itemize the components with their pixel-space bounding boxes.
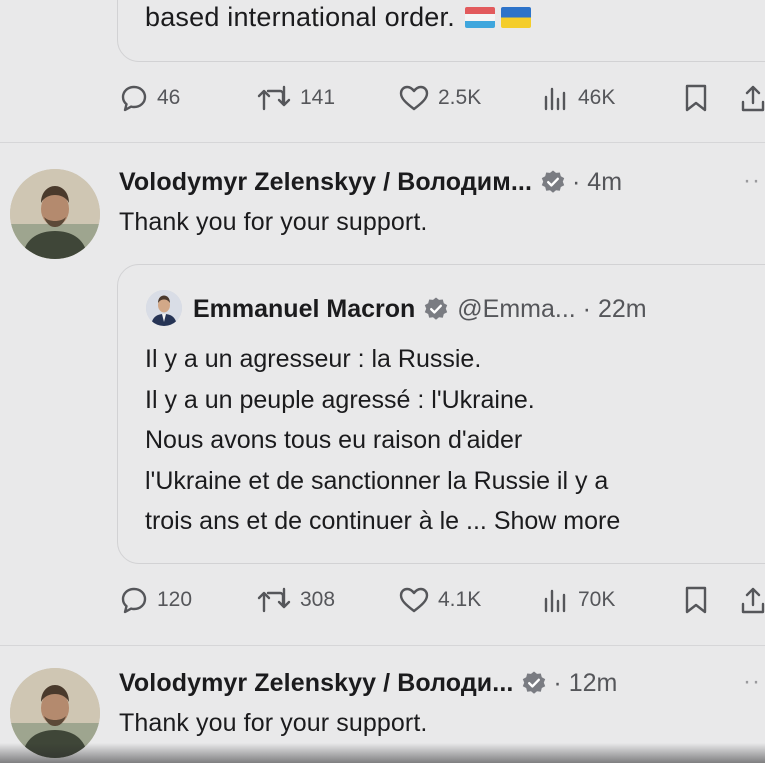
tweet-divider [0,142,765,143]
like-icon [398,83,430,113]
tweet-timestamp[interactable]: · 12m [553,669,617,698]
tweet-text: Thank you for your support. [119,709,428,737]
verified-badge-icon [423,296,449,322]
tweet-header: Volodymyr Zelenskyy / Володим... · 4m [119,165,622,199]
views-button[interactable]: 46K [540,78,615,118]
ukraine-flag-icon [500,7,531,28]
reply-button[interactable]: 46 [119,78,180,118]
quoted-author-name[interactable]: Emmanuel Macron [193,295,415,324]
quoted-handle-time: @Emma... · 22m [457,294,647,323]
verified-badge-icon [540,169,566,195]
bookmark-button[interactable] [683,78,709,118]
reply-button[interactable]: 120 [119,580,192,620]
repost-button[interactable]: 308 [256,580,335,620]
timeline: based international order. 46 141 2.5K 4… [0,0,765,763]
verified-badge-icon [521,670,547,696]
tweet-header: Volodymyr Zelenskyy / Володи... · 12m [119,666,617,700]
repost-icon [256,83,292,113]
quoted-line: l'Ukraine et de sanctionner la Russie il… [145,466,609,495]
tweet-action-bar: 46 141 2.5K 46K [0,78,765,118]
quoted-line: Il y a un peuple agressé : l'Ukraine. [145,385,535,414]
more-options-icon[interactable]: ·· [743,167,761,195]
share-button[interactable] [740,78,765,118]
views-icon [540,585,570,615]
quoted-line: Nous avons tous eu raison d'aider [145,426,523,454]
views-button[interactable]: 70K [540,580,615,620]
quoted-tweet-header: Emmanuel Macron @Emma... · 22m [193,292,647,326]
repost-icon [256,585,292,615]
quoted-tweet-text: Il y a un agresseur : la Russie. Il y a … [145,339,765,542]
quoted-line-last: trois ans et de continuer à le ... Show … [145,501,765,542]
tweet-text: Thank you for your support. [119,208,428,236]
tweet-action-bar: 120 308 4.1K 70K [0,580,765,620]
like-icon [398,585,430,615]
quoted-line: trois ans et de continuer à le ... [145,507,487,535]
tweet-timestamp[interactable]: · 4m [572,168,622,197]
share-icon [740,83,765,113]
tweet-divider [0,645,765,646]
more-options-icon[interactable]: ·· [743,668,761,696]
luxembourg-flag-icon [464,7,495,28]
quoted-line: Il y a un agresseur : la Russie. [145,345,482,373]
share-button[interactable] [740,580,765,620]
author-name[interactable]: Volodymyr Zelenskyy / Володим... [119,168,532,197]
quoted-author-avatar[interactable] [146,290,182,326]
author-name[interactable]: Volodymyr Zelenskyy / Володи... [119,669,513,698]
reply-icon [119,83,149,113]
like-button[interactable]: 4.1K [398,580,481,620]
repost-button[interactable]: 141 [256,78,335,118]
screen-bottom-edge [0,743,765,763]
show-more-link[interactable]: Show more [494,507,620,535]
bookmark-icon [683,585,709,615]
bookmark-icon [683,83,709,113]
views-icon [540,83,570,113]
bookmark-button[interactable] [683,580,709,620]
avatar[interactable] [10,169,100,259]
quoted-tweet-text: based international order. [145,2,531,33]
reply-icon [119,585,149,615]
share-icon [740,585,765,615]
like-button[interactable]: 2.5K [398,78,481,118]
